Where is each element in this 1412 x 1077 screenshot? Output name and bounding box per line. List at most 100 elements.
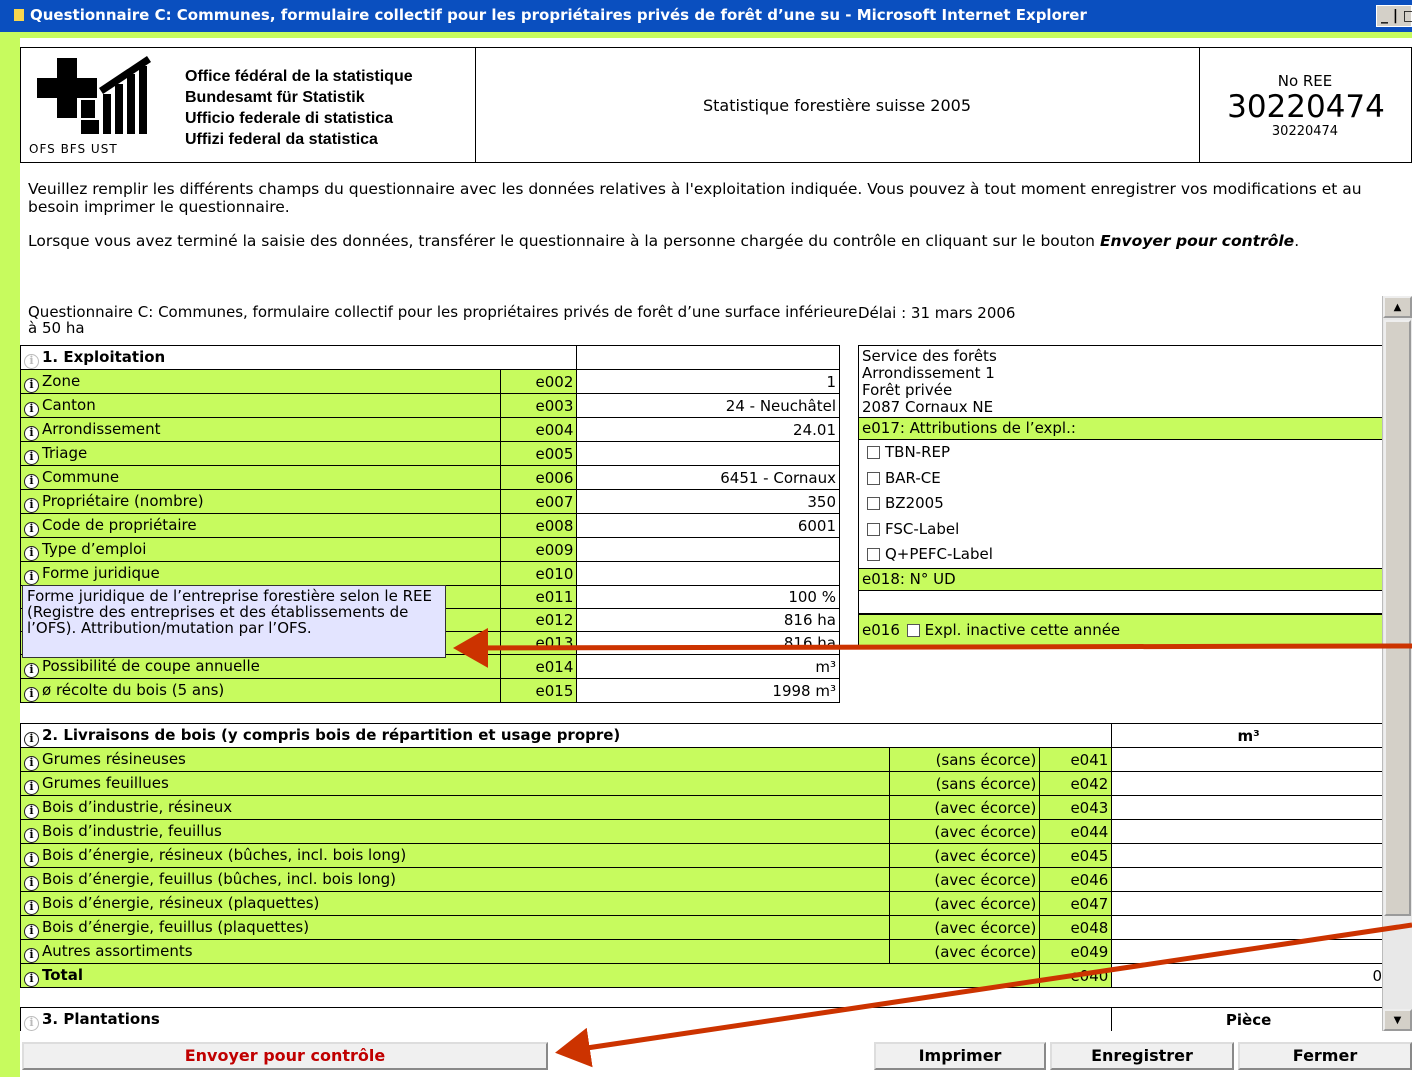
info-icon[interactable]: i bbox=[24, 900, 39, 915]
value-field[interactable]: 350 bbox=[576, 489, 840, 514]
value-field[interactable]: 816 ha bbox=[576, 631, 840, 655]
row-label-text: Arrondissement bbox=[42, 420, 161, 438]
info-icon[interactable]: i bbox=[24, 924, 39, 939]
info-icon[interactable]: i bbox=[24, 828, 39, 843]
checkbox-box[interactable] bbox=[867, 446, 880, 459]
value-field[interactable] bbox=[1111, 939, 1386, 964]
value-field[interactable] bbox=[1111, 771, 1386, 796]
survey-title: Statistique forestière suisse 2005 bbox=[475, 48, 1200, 162]
info-icon[interactable]: i bbox=[24, 498, 39, 513]
row-label: i Bois d’énergie, feuillus (bûches, incl.… bbox=[20, 867, 891, 892]
checkbox-box[interactable] bbox=[867, 497, 880, 510]
checkbox-bar-ce[interactable]: BAR-CE bbox=[859, 466, 1385, 492]
row-label: i Canton bbox=[20, 393, 501, 418]
row-label-text: Triage bbox=[42, 444, 88, 462]
send-for-control-button[interactable]: Envoyer pour contrôle bbox=[22, 1042, 548, 1070]
info-icon[interactable]: i bbox=[24, 780, 39, 795]
table-row: i Possibilité de coupe annuelle e014 m³ bbox=[20, 654, 840, 679]
info-icon[interactable]: i bbox=[24, 426, 39, 441]
value-field[interactable]: m³ bbox=[576, 654, 840, 679]
value-field[interactable]: 816 ha bbox=[576, 608, 840, 632]
value-field[interactable]: 6001 bbox=[576, 513, 840, 538]
row-label: i Bois d’énergie, feuillus (plaquettes) bbox=[20, 915, 891, 940]
section-plantations-table: i3. Plantations Pièce e101 bbox=[20, 1007, 1386, 1031]
section-header: i 1. Exploitation bbox=[20, 345, 840, 370]
table-row: i Bois d’industrie, résineux (avec écorce)… bbox=[20, 795, 1386, 820]
table-row: i Canton e003 24 - Neuchâtel bbox=[20, 393, 840, 418]
info-icon[interactable]: i bbox=[24, 804, 39, 819]
checkbox-bz2005[interactable]: BZ2005 bbox=[859, 491, 1385, 517]
row-note: (avec écorce) bbox=[889, 795, 1041, 820]
info-icon[interactable]: i bbox=[24, 474, 39, 489]
checkbox-box[interactable] bbox=[867, 471, 880, 485]
checkbox-tbn-rep[interactable]: TBN-REP bbox=[859, 440, 1385, 466]
value-field[interactable] bbox=[1111, 915, 1386, 940]
logo-abbreviation: OFS BFS UST bbox=[29, 142, 118, 156]
tooltip-forme-juridique: Forme juridique de l’entreprise forestiè… bbox=[22, 585, 446, 658]
value-field[interactable]: 24.01 bbox=[576, 417, 840, 442]
scroll-up-button[interactable]: ▲ bbox=[1383, 296, 1412, 318]
info-icon[interactable]: i bbox=[24, 378, 39, 393]
row-label: i Triage bbox=[20, 441, 501, 466]
value-field[interactable] bbox=[1111, 747, 1386, 772]
info-icon[interactable]: i bbox=[24, 546, 39, 561]
value-field[interactable] bbox=[1111, 843, 1386, 868]
row-code: e044 bbox=[1039, 819, 1113, 844]
row-label-text: Bois d’énergie, résineux (bûches, incl. … bbox=[42, 846, 407, 864]
row-code: e014 bbox=[499, 654, 578, 679]
info-icon[interactable]: i bbox=[24, 732, 39, 747]
info-icon[interactable]: i bbox=[24, 450, 39, 465]
save-button[interactable]: Enregistrer bbox=[1050, 1042, 1234, 1070]
checkbox-box[interactable] bbox=[867, 548, 880, 561]
row-code: e041 bbox=[1039, 747, 1113, 772]
unit-header: m³ bbox=[1111, 723, 1386, 748]
value-field[interactable] bbox=[576, 537, 840, 562]
value-field[interactable] bbox=[576, 441, 840, 466]
table-row: i Zone e002 1 bbox=[20, 369, 840, 394]
action-bar: Envoyer pour contrôle Imprimer Enregistr… bbox=[20, 1042, 1412, 1072]
info-icon[interactable]: i bbox=[24, 972, 39, 987]
value-field[interactable]: 1998 m³ bbox=[576, 678, 840, 703]
close-button[interactable]: Fermer bbox=[1238, 1042, 1412, 1070]
info-icon[interactable]: i bbox=[24, 756, 39, 771]
value-field[interactable] bbox=[1111, 891, 1386, 916]
checkbox-box[interactable] bbox=[867, 522, 880, 536]
info-icon[interactable]: i bbox=[24, 948, 39, 963]
info-icon: i bbox=[24, 1016, 39, 1031]
info-icon[interactable]: i bbox=[24, 402, 39, 417]
value-field[interactable]: 6451 - Cornaux bbox=[576, 465, 840, 490]
value-field[interactable]: 1 bbox=[576, 369, 840, 394]
row-label: i Commune bbox=[20, 465, 501, 490]
print-button[interactable]: Imprimer bbox=[874, 1042, 1046, 1070]
info-icon[interactable]: i bbox=[24, 663, 39, 678]
info-icon[interactable]: i bbox=[24, 522, 39, 537]
info-icon[interactable]: i bbox=[24, 852, 39, 867]
row-code: e011 bbox=[499, 585, 578, 609]
value-field[interactable]: 24 - Neuchâtel bbox=[576, 393, 840, 418]
value-field[interactable]: 100 % bbox=[576, 585, 840, 609]
institution-rm: Uffizi federal da statistica bbox=[185, 131, 378, 148]
checkbox-q-pefc-label[interactable]: Q+PEFC-Label bbox=[859, 542, 1385, 568]
minimize-button[interactable]: _ | □ bbox=[1376, 5, 1412, 27]
value-field[interactable] bbox=[1111, 795, 1386, 820]
deadline: Délai : 31 mars 2006 bbox=[858, 304, 1016, 322]
scroll-down-button[interactable]: ▼ bbox=[1383, 1009, 1412, 1031]
inactive-checkbox[interactable] bbox=[906, 623, 920, 637]
vertical-scrollbar[interactable]: ▲ ▼ bbox=[1382, 296, 1412, 1031]
form-scroll-area[interactable]: Questionnaire C: Communes, formulaire co… bbox=[20, 296, 1412, 1031]
row-code: e010 bbox=[499, 561, 578, 586]
ud-value-field[interactable] bbox=[859, 591, 1385, 614]
value-field[interactable] bbox=[576, 561, 840, 586]
value-field[interactable] bbox=[1111, 867, 1386, 892]
info-icon[interactable]: i bbox=[24, 876, 39, 891]
table-row: i Bois d’énergie, feuillus (plaquettes) (a… bbox=[20, 915, 1386, 940]
checkbox-fsc-label[interactable]: FSC-Label bbox=[859, 517, 1385, 543]
value-field[interactable] bbox=[1111, 819, 1386, 844]
inactive-row[interactable]: e016 Expl. inactive cette année bbox=[859, 613, 1385, 645]
window-titlebar: Questionnaire C: Communes, formulaire co… bbox=[0, 0, 1412, 32]
address-line: Service des forêts bbox=[862, 347, 997, 365]
info-icon[interactable]: i bbox=[24, 687, 39, 702]
info-icon[interactable]: i bbox=[24, 570, 39, 585]
ie-icon bbox=[14, 9, 24, 21]
scroll-thumb[interactable] bbox=[1384, 320, 1411, 916]
